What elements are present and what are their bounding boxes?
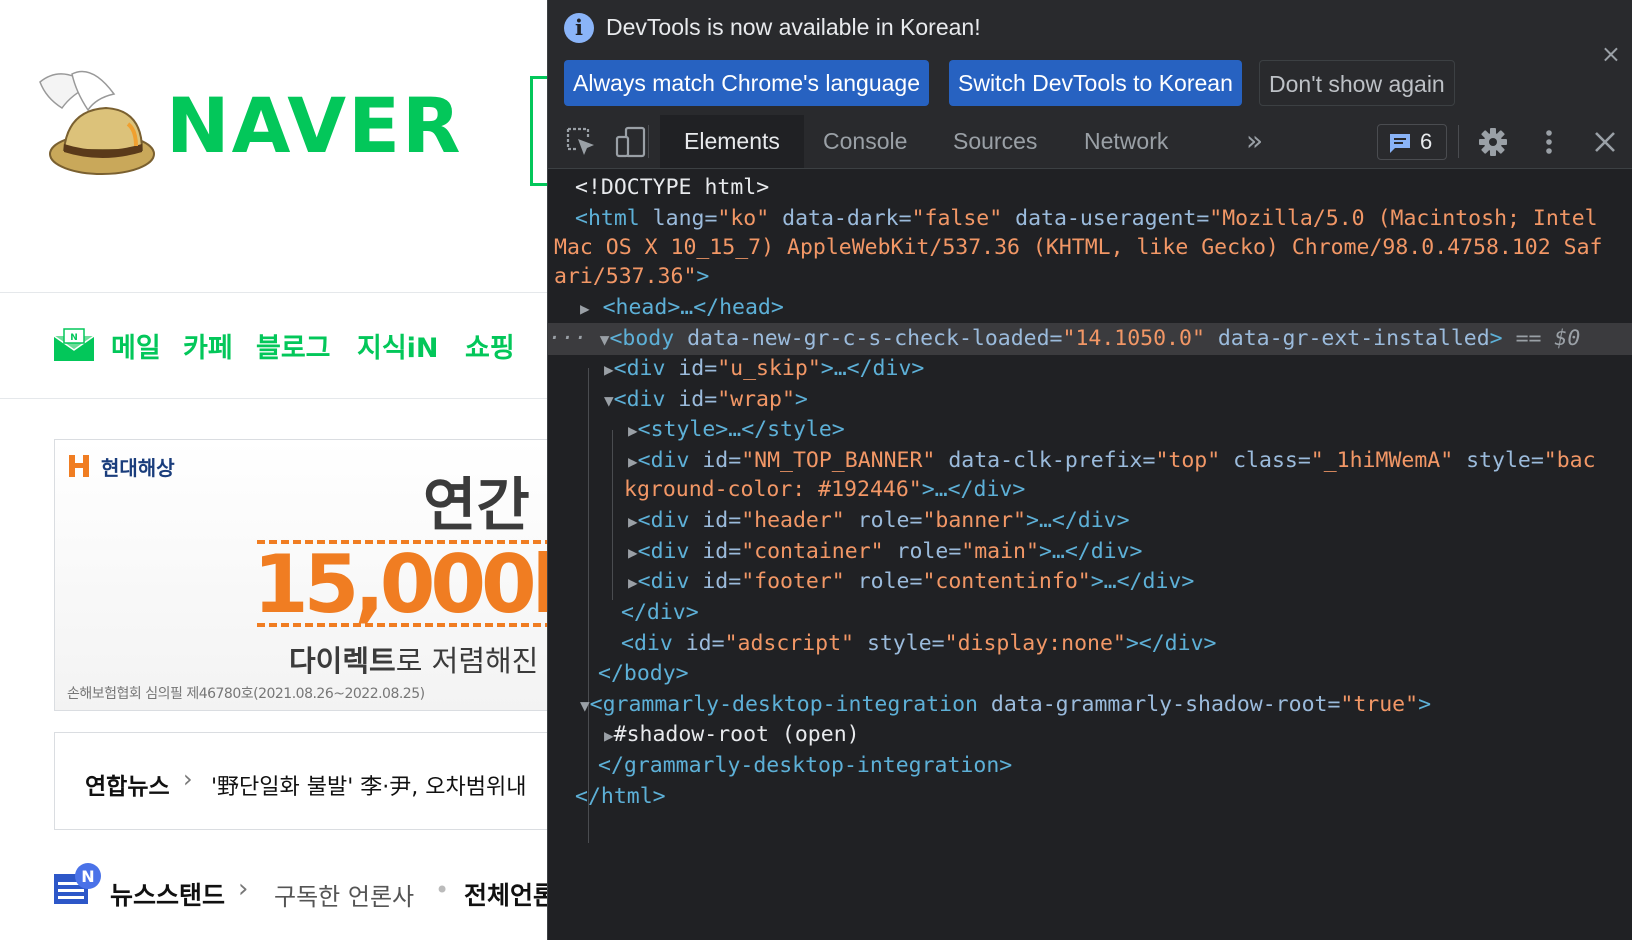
collapse-triangle-icon[interactable]: ▼ xyxy=(580,696,590,715)
dom-html-open[interactable]: <html lang="ko" data-dark="false" data-u… xyxy=(575,203,1598,234)
dom-grammarly-open[interactable]: ▼<grammarly-desktop-integration data-gra… xyxy=(580,689,1431,721)
switch-to-korean-button[interactable]: Switch DevTools to Korean xyxy=(949,60,1242,106)
news-ticker[interactable]: 연합뉴스 › '野단일화 불발' 李·尹, 오차범위내 xyxy=(54,732,547,830)
tab-network[interactable]: Network xyxy=(1060,115,1192,168)
hyundai-marine-h-icon xyxy=(69,455,89,477)
newsstand-header: N 뉴스스탠드 › 구독한 언론사 • 전체언론 xyxy=(54,862,547,912)
newsstand-all-tab[interactable]: 전체언론 xyxy=(464,876,547,912)
naver-helmet-logo-icon[interactable] xyxy=(32,64,162,179)
dont-show-again-button[interactable]: Don't show again xyxy=(1259,60,1455,106)
dom-body-selected[interactable]: ··· ▼<body data-new-gr-c-s-check-loaded=… xyxy=(548,323,1632,355)
dom-html-open-wrap: ari/537.36"> xyxy=(554,264,710,289)
dom-div-u-skip[interactable]: ▶<div id="u_skip">…</div> xyxy=(604,353,924,385)
issues-chat-icon xyxy=(1390,134,1410,153)
device-toolbar-icon[interactable] xyxy=(614,125,648,159)
dom-html-close[interactable]: </html> xyxy=(575,781,666,812)
separator-dot: • xyxy=(435,876,450,904)
newsstand-icon: N xyxy=(54,863,101,904)
expand-triangle-icon[interactable]: ▶ xyxy=(604,726,614,745)
tab-sources[interactable]: Sources xyxy=(929,115,1061,168)
toolbar-separator xyxy=(1458,125,1459,158)
devtools-toolbar: Elements Console Sources Network » 6 xyxy=(548,115,1632,169)
dom-div-top-banner-wrap: kground-color: #192446">…</div> xyxy=(624,477,1026,502)
dom-doctype[interactable]: <!DOCTYPE html> xyxy=(575,172,769,203)
ad-subtext-bold: 다이렉트 xyxy=(289,644,396,678)
expand-triangle-icon[interactable]: ▶ xyxy=(628,543,638,562)
indent-guide xyxy=(588,368,589,843)
nav-item-cafe[interactable]: 카페 xyxy=(183,326,233,365)
tab-console[interactable]: Console xyxy=(799,115,931,168)
search-box[interactable] xyxy=(530,76,547,186)
inspect-element-icon[interactable] xyxy=(564,125,598,159)
ad-subtext-rest: 로 저렴해진 xyxy=(395,644,539,678)
elements-dom-tree: <!DOCTYPE html> <html lang="ko" data-dar… xyxy=(548,168,1632,940)
dom-div-wrap[interactable]: ▼<div id="wrap"> xyxy=(604,384,808,416)
dom-div-wrap-close[interactable]: </div> xyxy=(621,597,699,628)
tab-elements[interactable]: Elements xyxy=(660,115,804,168)
issues-count: 6 xyxy=(1420,129,1433,154)
dom-shadow-root[interactable]: ▶#shadow-root (open) xyxy=(604,719,860,751)
ad-brand-name: 현대해상 xyxy=(101,456,175,480)
expand-triangle-icon[interactable]: ▶ xyxy=(580,299,590,318)
news-source[interactable]: 연합뉴스 xyxy=(85,767,170,801)
expand-triangle-icon[interactable]: ▶ xyxy=(628,421,638,440)
banner-ad[interactable]: 현대해상 연간 : 15,000km 다이렉트로 저렴해진 손해보험협회 심의필… xyxy=(54,439,547,711)
svg-text:N: N xyxy=(81,867,94,886)
collapse-triangle-icon[interactable]: ▼ xyxy=(604,391,614,410)
dom-div-container[interactable]: ▶<div id="container" role="main">…</div> xyxy=(628,536,1143,568)
ad-fine-print: 손해보험협회 심의필 제46780호(2021.08.26~2022.08.25… xyxy=(67,686,425,702)
more-tabs-icon[interactable]: » xyxy=(1246,115,1263,168)
close-devtools-icon[interactable] xyxy=(1588,125,1622,159)
collapse-triangle-icon[interactable]: ▼ xyxy=(600,330,610,349)
mail-icon[interactable]: N xyxy=(53,328,95,362)
nav-item-blog[interactable]: 블로그 xyxy=(256,326,331,365)
dom-grammarly-close[interactable]: </grammarly-desktop-integration> xyxy=(598,750,1012,781)
info-icon: i xyxy=(564,13,594,43)
naver-wordmark[interactable]: NAVER xyxy=(166,88,463,164)
expand-triangle-icon[interactable]: ▶ xyxy=(604,360,614,379)
dom-style[interactable]: ▶<style>…</style> xyxy=(628,414,845,446)
naver-page: NAVER N 메일 카페 블로그 지식iN 쇼핑 현대해상 연간 : 15,0… xyxy=(0,0,547,940)
expand-triangle-icon[interactable]: ▶ xyxy=(628,512,638,531)
language-infobar: i DevTools is now available in Korean! ×… xyxy=(548,0,1632,116)
dom-div-top-banner[interactable]: ▶<div id="NM_TOP_BANNER" data-clk-prefix… xyxy=(628,445,1596,477)
dom-head-collapsed[interactable]: ▶ <head>…</head> xyxy=(580,292,784,324)
dom-div-header[interactable]: ▶<div id="header" role="banner">…</div> xyxy=(628,505,1130,537)
expand-triangle-icon[interactable]: ▶ xyxy=(628,452,638,471)
newsstand-subscribed-tab[interactable]: 구독한 언론사 xyxy=(274,877,414,912)
always-match-language-button[interactable]: Always match Chrome's language xyxy=(564,60,929,106)
chevron-right-icon: › xyxy=(183,765,193,793)
expand-triangle-icon[interactable]: ▶ xyxy=(628,573,638,592)
chevron-right-icon: › xyxy=(238,874,249,904)
dom-div-footer[interactable]: ▶<div id="footer" role="contentinfo">…</… xyxy=(628,566,1194,598)
nav-item-shopping[interactable]: 쇼핑 xyxy=(465,326,515,365)
svg-text:N: N xyxy=(70,333,78,343)
newsstand-label[interactable]: 뉴스스탠드 xyxy=(110,876,225,912)
infobar-message: DevTools is now available in Korean! xyxy=(606,14,981,40)
more-options-icon[interactable] xyxy=(1532,125,1566,159)
indent-guide xyxy=(612,430,613,600)
dom-html-open-wrap: Mac OS X 10_15_7) AppleWebKit/537.36 (KH… xyxy=(554,235,1603,260)
toolbar-separator xyxy=(648,125,649,158)
devtools-panel: i DevTools is now available in Korean! ×… xyxy=(547,0,1632,940)
news-headline[interactable]: '野단일화 불발' 李·尹, 오차범위내 xyxy=(211,769,526,801)
ad-amount: 15,000km xyxy=(253,538,547,631)
ad-headline: 연간 : xyxy=(423,471,547,539)
nav-item-mail[interactable]: 메일 xyxy=(111,326,161,365)
dom-body-close[interactable]: </body> xyxy=(598,658,689,689)
ad-subtext: 다이렉트로 저렴해진 xyxy=(289,638,538,680)
gear-icon[interactable] xyxy=(1476,125,1510,159)
issues-button[interactable]: 6 xyxy=(1377,124,1447,160)
ad-dashed-line-bottom xyxy=(257,623,547,627)
close-icon[interactable]: × xyxy=(1601,40,1621,68)
dom-div-adscript[interactable]: <div id="adscript" style="display:none">… xyxy=(621,628,1216,659)
service-nav: N 메일 카페 블로그 지식iN 쇼핑 xyxy=(0,293,547,399)
nav-item-kin[interactable]: 지식iN xyxy=(357,326,439,365)
